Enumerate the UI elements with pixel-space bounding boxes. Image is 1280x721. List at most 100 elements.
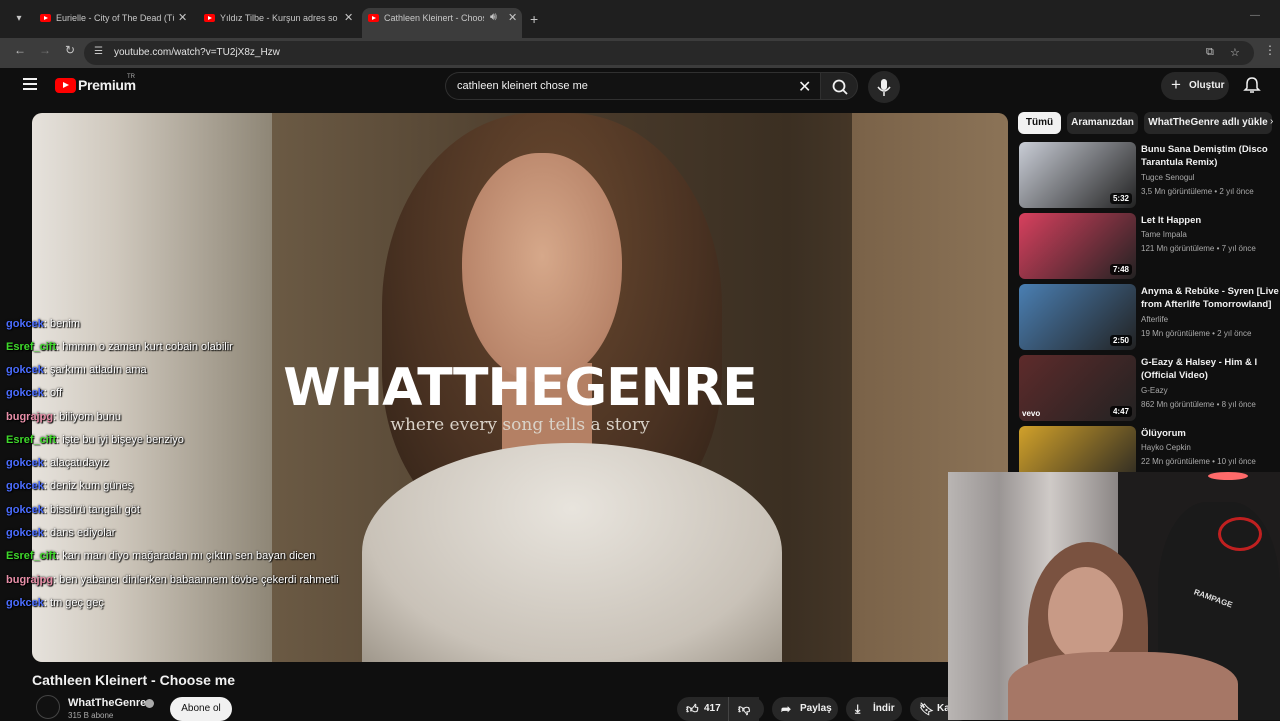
- recommendation-channel[interactable]: G-Eazy: [1141, 386, 1168, 395]
- recommendation-channel[interactable]: Tame Impala: [1141, 230, 1187, 239]
- browser-toolbar: ← → ↻ ☰ youtube.com/watch?v=TU2jX8z_Hzw …: [0, 38, 1280, 68]
- chat-text: : dans ediyolar: [43, 527, 116, 539]
- tab-close-icon[interactable]: ✕: [178, 11, 187, 24]
- chat-username: gokcek: [6, 364, 44, 376]
- notifications-bell-icon[interactable]: [1243, 76, 1261, 94]
- site-info-icon[interactable]: ☰: [94, 46, 103, 57]
- chat-text: : deniz kum güneş: [43, 480, 134, 492]
- recommendation-title[interactable]: Let It Happen: [1141, 214, 1279, 227]
- recommendation-channel[interactable]: Hayko Cepkin: [1141, 443, 1191, 452]
- clear-search-icon[interactable]: ✕: [798, 77, 811, 97]
- reload-icon[interactable]: ↻: [62, 43, 78, 57]
- chat-username: gokcek: [6, 457, 44, 469]
- chat-username: gokcek: [6, 504, 44, 516]
- chat-username: Esref_cift: [6, 550, 57, 562]
- chat-message: Esref_cift: işte bu iyi bişeye benziyo: [6, 434, 184, 446]
- extensions-icon[interactable]: ⋮: [1262, 43, 1278, 57]
- browser-tab-1[interactable]: Eurielle - City of The Dead (Türk ✕: [40, 8, 190, 32]
- recommendation-card[interactable]: 4:47 vevo G-Eazy & Halsey - Him & I (Offic…: [1019, 355, 1279, 423]
- tab-title: Eurielle - City of The Dead (Türk: [56, 13, 174, 23]
- chip-from-search[interactable]: Aramanızdan: [1067, 112, 1138, 134]
- channel-name[interactable]: WhatTheGenre: [68, 697, 146, 709]
- webcam-chair-logo-ring: [1218, 517, 1262, 551]
- chat-username: bugrajpg: [6, 574, 54, 586]
- browser-tab-2[interactable]: Yıldız Tilbe - Kurşun adres sorm ✕: [204, 8, 354, 32]
- youtube-logo-icon[interactable]: [55, 78, 76, 93]
- url-text[interactable]: youtube.com/watch?v=TU2jX8z_Hzw: [114, 47, 280, 58]
- chat-username: bugrajpg: [6, 411, 54, 423]
- recommendation-meta: 3,5 Mn görüntüleme • 2 yıl önce: [1141, 187, 1254, 196]
- recommendation-title[interactable]: Anyma & Rebūke - Syren [Live from Afterl…: [1141, 285, 1279, 311]
- tab-close-icon[interactable]: ✕: [508, 11, 517, 24]
- video-overlay-title: WHATTHEGENRE: [283, 358, 758, 418]
- recommendation-card[interactable]: 5:32 Bunu Sana Demiştim (Disco Tarantula …: [1019, 142, 1279, 210]
- menu-hamburger-icon[interactable]: [23, 78, 37, 90]
- chat-text: : hmmm o zaman kurt cobain olabilir: [56, 341, 233, 353]
- bookmark-star-icon[interactable]: ☆: [1230, 46, 1240, 59]
- tab-title: Cathleen Kleinert - Choose: [384, 13, 484, 23]
- subscribe-button[interactable]: Abone ol: [170, 697, 232, 721]
- chat-message: gokcek: bissürü tangalı göt: [6, 504, 140, 516]
- voice-search-button[interactable]: [868, 71, 900, 103]
- tab-close-icon[interactable]: ✕: [344, 11, 353, 24]
- chat-username: gokcek: [6, 480, 44, 492]
- search-button[interactable]: [820, 72, 858, 100]
- recommendation-title[interactable]: Ölüyorum: [1141, 427, 1279, 440]
- bookmark-icon: 🔖︎: [919, 702, 935, 716]
- share-button[interactable]: ➦ Paylaş: [772, 697, 838, 721]
- tab-search-button[interactable]: ▾: [10, 11, 28, 27]
- new-tab-button[interactable]: +: [530, 11, 538, 27]
- recommendation-channel[interactable]: Tugce Senogul: [1141, 173, 1195, 182]
- chip-all[interactable]: Tümü: [1018, 112, 1061, 134]
- chat-username: Esref_cift: [6, 341, 57, 353]
- video-thumbnail[interactable]: 2:50: [1019, 284, 1136, 350]
- back-arrow-icon[interactable]: ←: [12, 43, 28, 57]
- search-input[interactable]: cathleen kleinert chose me ✕: [445, 72, 820, 100]
- recommendation-card[interactable]: 2:50 Anyma & Rebūke - Syren [Live from Af…: [1019, 284, 1279, 352]
- chat-message: gokcek: şarkımı atladın ama: [6, 364, 147, 376]
- video-frame-tanktop: [362, 443, 782, 662]
- chips-next-chevron-icon[interactable]: ›: [1270, 116, 1273, 127]
- forward-arrow-icon[interactable]: →: [37, 43, 53, 57]
- window-minimize-button[interactable]: —: [1250, 10, 1260, 21]
- chip-channel-uploads[interactable]: WhatTheGenre adlı yükle: [1144, 112, 1272, 134]
- share-arrow-icon: ➦: [781, 702, 792, 716]
- recommendation-meta: 121 Mn görüntüleme • 7 yıl önce: [1141, 244, 1256, 253]
- subscriber-count: 315 B abone: [68, 711, 114, 720]
- video-thumbnail[interactable]: 5:32: [1019, 142, 1136, 208]
- chat-text: : şarkımı atladın ama: [43, 364, 147, 376]
- search-query-text[interactable]: cathleen kleinert chose me: [457, 80, 588, 92]
- chat-message: gokcek: tm geç geç: [6, 597, 104, 609]
- streamer-webcam: RAMPAGE: [948, 472, 1280, 720]
- recommendation-title[interactable]: Bunu Sana Demiştim (Disco Tarantula Remi…: [1141, 143, 1279, 169]
- channel-avatar[interactable]: [36, 695, 60, 719]
- chat-message: gokcek: benim: [6, 318, 80, 330]
- microphone-icon: [877, 79, 891, 96]
- webcam-person-face: [1048, 567, 1123, 662]
- browser-tab-bar: ▾ Eurielle - City of The Dead (Türk ✕ Yı…: [0, 0, 1280, 38]
- browser-tab-3-active[interactable]: Cathleen Kleinert - Choose 🔊︎ ✕: [362, 8, 522, 38]
- create-button[interactable]: + Oluştur: [1161, 72, 1229, 100]
- duration-badge: 7:48: [1109, 264, 1132, 275]
- recommendation-channel[interactable]: Afterlife: [1141, 315, 1168, 324]
- recommendation-card[interactable]: 7:48 Let It Happen Tame Impala 121 Mn görün…: [1019, 213, 1279, 281]
- share-label: Paylaş: [800, 703, 832, 714]
- thumbs-down-icon: 👎︎: [738, 702, 751, 716]
- chat-message: bugrajpg: ben yabancı dinlerken babaanne…: [6, 574, 339, 586]
- chat-message: gokcek: dans ediyolar: [6, 527, 115, 539]
- download-button[interactable]: ⤓ İndir: [846, 697, 902, 721]
- chat-message: gokcek: off: [6, 387, 62, 399]
- address-bar[interactable]: ☰ youtube.com/watch?v=TU2jX8z_Hzw ⧉ ☆: [84, 41, 1254, 65]
- download-icon: ⤓: [855, 702, 861, 716]
- like-count: 417: [704, 703, 721, 714]
- chat-message: bugrajpg: biliyom bunu: [6, 411, 121, 423]
- youtube-header: Premium TR cathleen kleinert chose me ✕ …: [0, 68, 1280, 108]
- recommendation-title[interactable]: G-Eazy & Halsey - Him & I (Official Vide…: [1141, 356, 1279, 382]
- youtube-favicon-icon: [40, 14, 51, 22]
- video-thumbnail[interactable]: 7:48: [1019, 213, 1136, 279]
- video-thumbnail[interactable]: 4:47 vevo: [1019, 355, 1136, 421]
- chat-text: : bissürü tangalı göt: [43, 504, 140, 516]
- install-app-icon[interactable]: ⧉: [1206, 46, 1214, 59]
- dislike-button[interactable]: 👎︎: [728, 697, 764, 721]
- audio-playing-icon[interactable]: 🔊︎: [490, 11, 497, 24]
